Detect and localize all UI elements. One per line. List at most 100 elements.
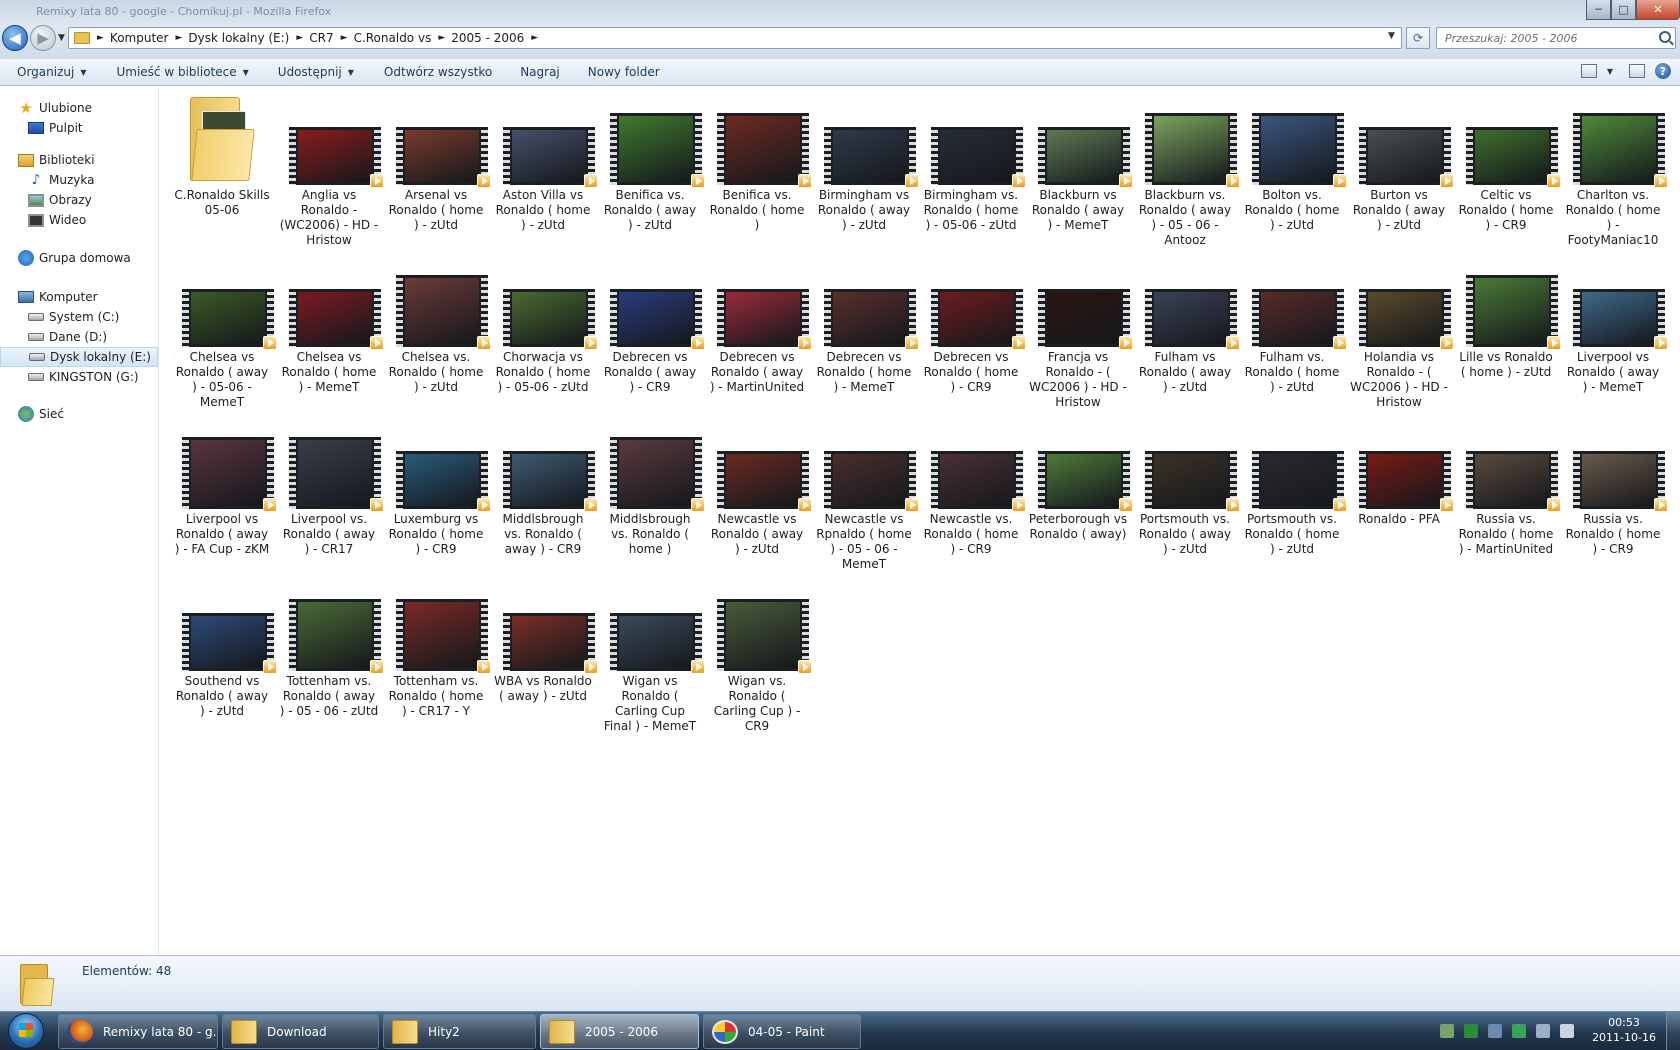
video-file-item[interactable]: Southend vs Ronaldo ( away ) - zUtd [172,573,277,719]
video-file-item[interactable]: Portsmouth vs. Ronaldo ( away ) - zUtd [1135,411,1240,557]
tray-icon[interactable] [1536,1024,1550,1038]
breadcrumb-item[interactable]: 2005 - 2006 [451,31,524,45]
recent-pages-dropdown[interactable]: ▼ [58,33,65,43]
breadcrumb-item[interactable]: Dysk lokalny (E:) [188,31,289,45]
toolbar-button-3[interactable]: Udostępnij ▼ [261,65,366,79]
video-file-item[interactable]: Bolton vs. Ronaldo ( home ) - zUtd [1242,87,1347,233]
video-file-item[interactable]: Fulham vs Ronaldo ( away ) - zUtd [1135,249,1240,395]
video-file-item[interactable]: Ronaldo - PFA [1349,411,1454,527]
video-file-item[interactable]: Newcastle vs Rpnaldo ( home ) - 05 - 06 … [814,411,919,572]
sidebar-item[interactable]: Pulpit [0,118,158,138]
video-file-item[interactable]: Anglia vs Ronaldo - (WC2006) - HD - Hris… [279,87,384,248]
video-file-item[interactable]: Newcastle vs. Ronaldo ( home ) - CR9 [921,411,1026,557]
breadcrumb-separator-icon[interactable]: ► [334,33,354,43]
taskbar-button[interactable]: 04-05 - Paint [703,1014,861,1049]
tray-icon[interactable] [1440,1024,1454,1038]
folder-item[interactable]: C.Ronaldo Skills 05-06 [172,87,272,218]
video-file-item[interactable]: Wigan vs. Ronaldo ( Carling Cup ) - CR9 [707,573,812,734]
video-file-item[interactable]: Debrecen vs Ronaldo ( away ) - MartinUni… [707,249,812,395]
video-file-item[interactable]: Portsmouth vs. Ronaldo ( home ) - zUtd [1242,411,1347,557]
sidebar-item[interactable]: Obrazy [0,190,158,210]
video-file-item[interactable]: Middlsbrough vs. Ronaldo ( away ) - CR9 [493,411,598,557]
breadcrumb-item[interactable]: Komputer [110,31,169,45]
video-file-item[interactable]: Russia vs. Ronaldo ( home ) - CR9 [1563,411,1668,557]
sidebar-item[interactable]: System (C:) [0,307,158,327]
start-button[interactable] [3,1012,51,1050]
sidebar-item[interactable]: Dysk lokalny (E:) [0,347,158,367]
taskbar-button[interactable]: 2005 - 2006 [540,1014,699,1049]
video-file-item[interactable]: Wigan vs Ronaldo ( Carling Cup Final ) -… [600,573,705,734]
tray-icon[interactable] [1464,1024,1478,1038]
breadcrumb-separator-icon[interactable]: ► [289,33,309,43]
video-file-item[interactable]: Liverpool vs Ronaldo ( away ) - MemeT [1563,249,1668,395]
video-file-item[interactable]: Liverpool vs Ronaldo ( away ) - FA Cup -… [172,411,277,557]
view-options-dropdown[interactable]: ▼ [1607,67,1613,76]
tray-icon[interactable] [1560,1024,1574,1038]
video-file-item[interactable]: Chelsea vs Ronaldo ( home ) - MemeT [279,249,384,395]
tray-icon[interactable] [1488,1024,1502,1038]
video-file-item[interactable]: Blackburn vs Ronaldo ( away ) - MemeT [1028,87,1133,233]
video-file-item[interactable]: Celtic vs Ronaldo ( home ) - CR9 [1456,87,1561,233]
search-icon[interactable] [1659,31,1671,43]
toolbar-button-5[interactable]: Nagraj [504,65,572,79]
sidebar-item[interactable]: Sieć [0,404,158,424]
video-file-item[interactable]: Benifica vs. Ronaldo ( away ) - zUtd [600,87,705,233]
video-file-item[interactable]: Birmingham vs Ronaldo ( away ) - zUtd [814,87,919,233]
video-file-item[interactable]: WBA vs Ronaldo ( away ) - zUtd [493,573,598,704]
video-file-item[interactable]: Liverpool vs. Ronaldo ( away ) - CR17 [279,411,384,557]
video-file-item[interactable]: Blackburn vs. Ronaldo ( away ) - 05 - 06… [1135,87,1240,248]
sidebar-item[interactable]: Grupa domowa [0,248,158,268]
video-file-item[interactable]: Russia vs. Ronaldo ( home ) - MartinUnit… [1456,411,1561,557]
video-file-item[interactable]: Debrecen vs Ronaldo ( home ) - MemeT [814,249,919,395]
video-file-item[interactable]: Tottenham vs. Ronaldo ( home ) - CR17 - … [386,573,491,719]
refresh-button[interactable]: ⟳ [1406,27,1430,49]
video-file-item[interactable]: Charlton vs. Ronaldo ( home ) - FootyMan… [1563,87,1668,248]
breadcrumb-separator-icon[interactable]: ► [168,33,188,43]
video-file-item[interactable]: Debrecen vs Ronaldo ( home ) - CR9 [921,249,1026,395]
video-file-item[interactable]: Benifica vs. Ronaldo ( home ) [707,87,812,233]
toolbar-button-4[interactable]: Odtwórz wszystko [366,65,504,79]
video-file-item[interactable]: Arsenal vs Ronaldo ( home ) - zUtd [386,87,491,233]
taskbar-button[interactable]: Hity2 [383,1014,536,1049]
back-button[interactable]: ◀ [2,25,28,51]
taskbar-button[interactable]: Remixy lata 80 - g... [58,1014,218,1049]
video-file-item[interactable]: Chelsea vs. Ronaldo ( home ) - zUtd [386,249,491,395]
tray-icon[interactable] [1512,1024,1526,1038]
video-file-item[interactable]: Newcastle vs Ronaldo ( away ) - zUtd [707,411,812,557]
help-icon[interactable]: ? [1655,63,1671,79]
breadcrumb-item[interactable]: C.Ronaldo vs [354,31,432,45]
breadcrumb-separator-icon[interactable]: ► [431,33,451,43]
video-file-item[interactable]: Aston Villa vs Ronaldo ( home ) - zUtd [493,87,598,233]
minimize-button[interactable]: ─ [1586,0,1611,20]
video-file-item[interactable]: Birmingham vs. Ronaldo ( home ) - 05-06 … [921,87,1026,233]
breadcrumb-separator-icon[interactable]: ► [524,33,544,43]
address-bar[interactable]: ► Komputer ► Dysk lokalny (E:) ► CR7 ► C.Ronald… [68,27,1402,49]
sidebar-item[interactable]: Dane (D:) [0,327,158,347]
video-file-item[interactable]: Burton vs Ronaldo ( away ) - zUtd [1349,87,1454,233]
change-view-icon[interactable] [1580,64,1597,78]
toolbar-button-1[interactable]: Organizuj ▼ [0,65,98,79]
sidebar-item[interactable]: Komputer [0,287,158,307]
maximize-button[interactable]: □ [1611,0,1636,20]
sidebar-item[interactable]: Biblioteki [0,150,158,170]
sidebar-item[interactable]: ♪ Muzyka [0,170,158,190]
breadcrumb-item[interactable]: CR7 [309,31,333,45]
show-desktop-button[interactable] [1666,1012,1680,1050]
taskbar-button[interactable]: Download [222,1014,379,1049]
video-file-item[interactable]: Chorwacja vs Ronaldo ( home ) - 05-06 - … [493,249,598,395]
video-file-item[interactable]: Holandia vs Ronaldo - ( WC2006 ) - HD - … [1349,249,1454,410]
video-file-item[interactable]: Tottenham vs. Ronaldo ( away ) - 05 - 06… [279,573,384,719]
clock[interactable]: 00:53 2011-10-16 [1592,1015,1656,1045]
video-file-item[interactable]: Luxemburg vs Ronaldo ( home ) - CR9 [386,411,491,557]
video-file-item[interactable]: Francja vs Ronaldo - ( WC2006 ) - HD - H… [1028,249,1133,410]
breadcrumb-separator-icon[interactable]: ► [90,33,110,43]
video-file-item[interactable]: Debrecen vs Ronaldo ( away ) - CR9 [600,249,705,395]
video-file-item[interactable]: Fulham vs. Ronaldo ( home ) - zUtd [1242,249,1347,395]
sidebar-item[interactable]: ★ Ulubione [0,98,158,118]
video-file-item[interactable]: Middlsbrough vs. Ronaldo ( home ) [600,411,705,557]
sidebar-item[interactable]: KINGSTON (G:) [0,367,158,387]
close-button[interactable]: ✕ [1636,0,1680,20]
video-file-item[interactable]: Peterborough vs Ronaldo ( away) [1028,411,1133,542]
toolbar-button-2[interactable]: Umieść w bibliotece ▼ [98,65,260,79]
search-input[interactable] [1445,28,1655,48]
